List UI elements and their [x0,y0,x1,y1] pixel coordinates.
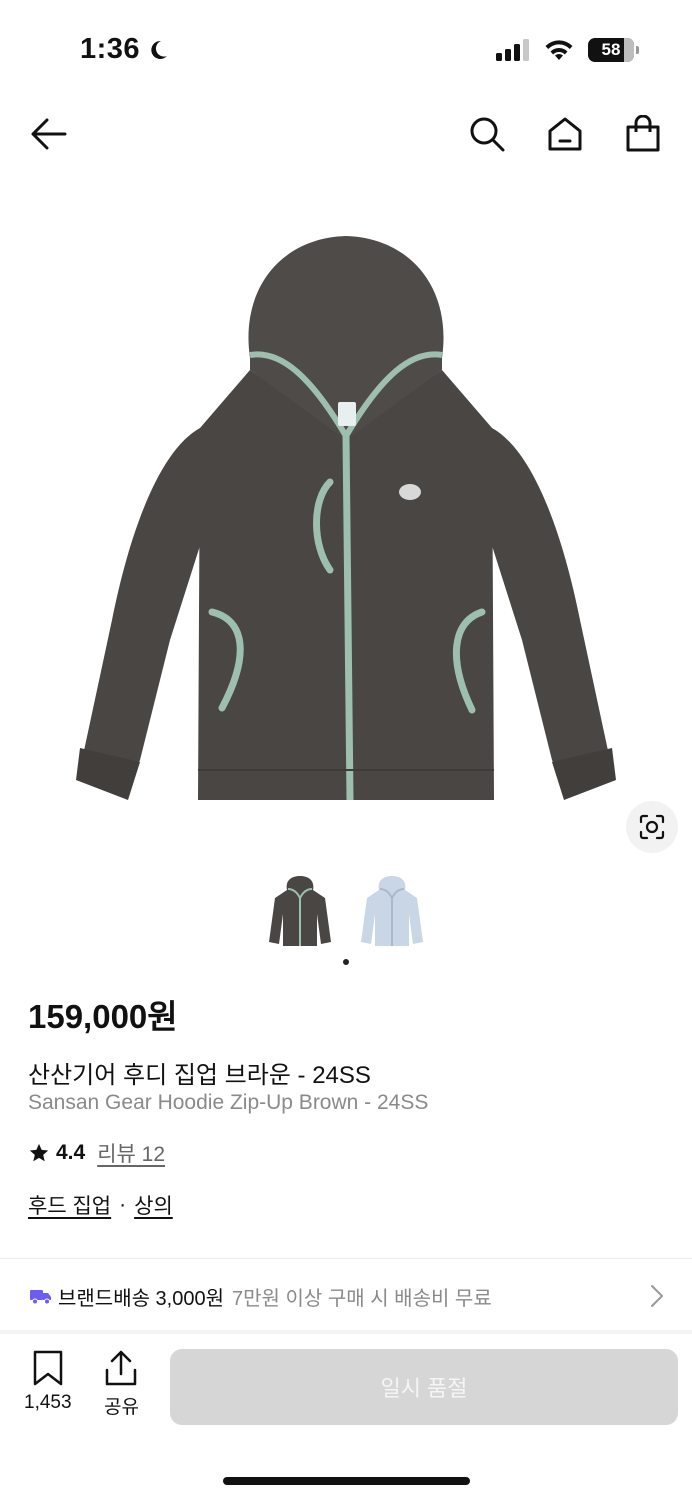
shopping-bag-icon [626,115,660,152]
product-price: 159,000원 [28,998,178,1035]
search-icon [470,117,505,152]
shipping-info-row[interactable]: 브랜드배송 3,000원 7만원 이상 구매 시 배송비 무료 [0,1262,692,1330]
status-time: 1:36 [80,33,170,66]
category-link-top[interactable]: 상의 [134,1190,173,1220]
carousel-indicator [343,959,349,965]
product-name-ko: 산산기어 후디 집업 브라운 - 24SS [28,1062,371,1089]
bookmark-button[interactable]: 1,453 [24,1350,72,1414]
status-bar: 1:36 58 [0,0,692,100]
cart-button[interactable] [621,112,665,156]
delivery-truck-icon [30,1290,51,1305]
thumbnail-strip [0,874,692,950]
category-breadcrumb: 후드 집업 · 상의 [28,1190,173,1220]
hoodie-image [76,236,616,801]
lens-icon [639,814,665,840]
bottom-action-bar: 1,453 공유 일시 품절 [0,1334,692,1434]
share-label: 공유 [104,1397,139,1418]
shipping-free-condition: 7만원 이상 구매 시 배송비 무료 [232,1287,492,1310]
rating-row: 4.4 리뷰 12 [28,1138,165,1168]
moon-icon [151,40,168,59]
image-search-button[interactable] [626,801,678,853]
product-image[interactable] [0,200,692,850]
rating-value: 4.4 [56,1141,86,1164]
share-icon [106,1350,137,1386]
top-navigation [0,100,692,166]
category-separator: · [119,1193,127,1216]
home-icon [548,117,582,151]
thumbnail-brown[interactable] [265,874,335,950]
bookmark-count: 1,453 [24,1392,72,1413]
hoodie-thumbnail-blue [361,876,423,946]
chevron-right-icon [651,1285,663,1307]
back-button[interactable] [26,112,70,156]
search-button[interactable] [465,112,509,156]
status-indicators: 58 [496,38,639,62]
thumbnail-blue[interactable] [357,874,427,950]
share-button[interactable]: 공유 [104,1350,139,1419]
sold-out-button[interactable]: 일시 품절 [170,1349,678,1425]
home-indicator [223,1477,470,1485]
battery-level: 58 [601,40,621,59]
product-name-en: Sansan Gear Hoodie Zip-Up Brown - 24SS [28,1091,429,1114]
time-text: 1:36 [80,33,141,65]
shipping-fee: 브랜드배송 3,000원 [58,1287,225,1310]
category-link-hood-zipup[interactable]: 후드 집업 [28,1190,111,1220]
star-icon [29,1143,49,1162]
hoodie-thumbnail-brown [269,876,331,946]
cellular-signal-icon [496,39,529,61]
home-button[interactable] [543,112,587,156]
arrow-left-icon [31,118,67,150]
wifi-icon [545,40,573,60]
divider [0,1258,692,1259]
battery-icon: 58 [588,38,639,62]
bookmark-icon [33,1350,63,1386]
review-link[interactable]: 리뷰 12 [97,1138,165,1168]
